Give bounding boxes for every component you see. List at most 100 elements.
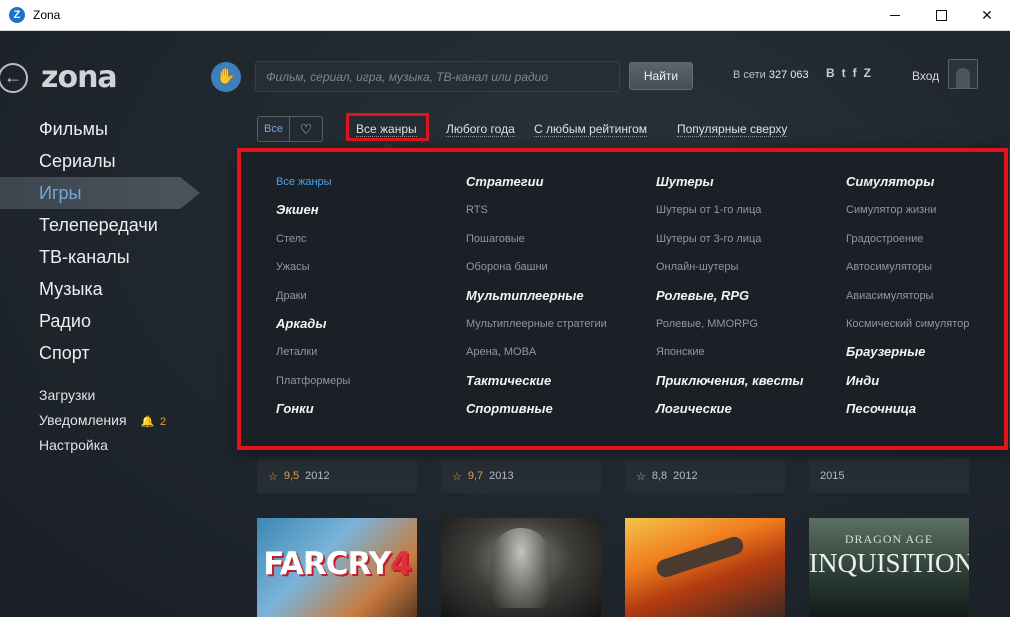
- genre-item[interactable]: Спортивные: [466, 395, 607, 423]
- minimize-icon[interactable]: [872, 0, 918, 31]
- card-year: 2013: [489, 470, 514, 482]
- genre-item[interactable]: Ужасы: [276, 253, 350, 281]
- game-cover-dragon-age[interactable]: DRAGON AGE INQUISITION: [809, 518, 969, 617]
- filter-year[interactable]: Любого года: [446, 122, 515, 137]
- genre-item[interactable]: Шутеры: [656, 168, 804, 196]
- twitter-icon[interactable]: t: [842, 66, 846, 80]
- game-cover-farcry4[interactable]: FARCRY4: [257, 518, 417, 617]
- genre-item[interactable]: Шутеры от 1-го лица: [656, 196, 804, 224]
- genre-column-1: Все жанры Экшен Стелс Ужасы Драки Аркады…: [276, 168, 350, 424]
- sidebar-item-music[interactable]: Музыка: [0, 273, 220, 305]
- facebook-icon[interactable]: f: [853, 66, 857, 80]
- card-year: 2012: [673, 470, 698, 482]
- login-link[interactable]: Вход: [912, 69, 939, 83]
- notifications-label: Уведомления: [39, 412, 127, 428]
- farcry-cover-title: FARCRY4: [257, 546, 417, 582]
- genre-item[interactable]: Драки: [276, 282, 350, 310]
- sidebar-secondary: Загрузки Уведомления 🔔 2 Настройка: [39, 383, 166, 458]
- back-arrow-icon[interactable]: ←: [0, 63, 28, 93]
- card-rating: 9,5: [283, 470, 300, 482]
- sidebar-item-games[interactable]: Игры: [0, 177, 200, 209]
- plane-shape: [654, 534, 746, 580]
- user-avatar-icon[interactable]: [948, 59, 978, 89]
- filter-rating[interactable]: С любым рейтингом: [534, 122, 647, 137]
- toggle-all[interactable]: Все: [258, 117, 290, 141]
- filter-sort[interactable]: Популярные сверху: [677, 122, 788, 137]
- online-counter: В сети 327 063: [733, 69, 809, 81]
- game-card-info[interactable]: ☆ 9,7 2013: [441, 459, 601, 493]
- rating-star-icon: ☆: [452, 470, 462, 483]
- game-cover-warplanes[interactable]: [625, 518, 785, 617]
- genre-item[interactable]: Космический симулятор: [846, 310, 969, 338]
- app-area: ← zona ✋ Найти В сети 327 063 B t f Z Вх…: [0, 31, 1010, 617]
- genre-item[interactable]: Пошаговые: [466, 225, 607, 253]
- search-input[interactable]: [255, 61, 620, 92]
- close-icon[interactable]: ✕: [964, 0, 1010, 31]
- genre-item[interactable]: Стелс: [276, 225, 350, 253]
- view-toggle: Все ♡: [257, 116, 323, 142]
- sidebar-item-sport[interactable]: Спорт: [0, 337, 220, 369]
- genre-item[interactable]: Оборона башни: [466, 253, 607, 281]
- genre-item[interactable]: RTS: [466, 196, 607, 224]
- game-cover-witcher[interactable]: [441, 518, 601, 617]
- dragon-age-logo-top: DRAGON AGE: [844, 532, 934, 546]
- online-label: В сети: [733, 69, 766, 81]
- window-controls: ✕: [872, 0, 1010, 31]
- genre-item[interactable]: Арена, MOBA: [466, 338, 607, 366]
- window-title: Zona: [33, 8, 61, 22]
- genre-item[interactable]: Приключения, квесты: [656, 367, 804, 395]
- genre-item[interactable]: Экшен: [276, 196, 350, 224]
- genre-item[interactable]: Аркады: [276, 310, 350, 338]
- game-card-info[interactable]: ☆ 8,8 2012: [625, 459, 785, 493]
- genre-item[interactable]: Тактические: [466, 367, 607, 395]
- notifications-badge: 2: [160, 416, 167, 428]
- genre-item[interactable]: Логические: [656, 395, 804, 423]
- genre-item[interactable]: Мультиплеерные стратегии: [466, 310, 607, 338]
- genre-item[interactable]: Платформеры: [276, 367, 350, 395]
- maximize-icon[interactable]: [918, 0, 964, 31]
- sidebar-item-series[interactable]: Сериалы: [0, 145, 220, 177]
- card-rating: 9,7: [467, 470, 484, 482]
- genre-item[interactable]: Ролевые, RPG: [656, 282, 804, 310]
- genre-item[interactable]: Онлайн-шутеры: [656, 253, 804, 281]
- genre-item[interactable]: Инди: [846, 367, 969, 395]
- genre-item[interactable]: Гонки: [276, 395, 350, 423]
- game-card-info[interactable]: ☆ 9,5 2012: [257, 459, 417, 493]
- genre-item[interactable]: Авиасимуляторы: [846, 282, 969, 310]
- farcry-title-number: 4: [390, 546, 412, 582]
- sidebar-item-tv-shows[interactable]: Телепередачи: [0, 209, 220, 241]
- genre-item[interactable]: Автосимуляторы: [846, 253, 969, 281]
- game-card-info[interactable]: 2015: [809, 459, 969, 493]
- zona-social-icon[interactable]: Z: [864, 66, 871, 80]
- genre-item[interactable]: Песочница: [846, 395, 969, 423]
- genre-item[interactable]: Стратегии: [466, 168, 607, 196]
- zona-logo[interactable]: zona: [41, 60, 118, 95]
- zona-app-icon: Z: [9, 7, 25, 23]
- sidebar-item-radio[interactable]: Радио: [0, 305, 220, 337]
- genre-item[interactable]: Симулятор жизни: [846, 196, 969, 224]
- genre-item[interactable]: Ролевые, MMORPG: [656, 310, 804, 338]
- genre-item-all[interactable]: Все жанры: [276, 168, 350, 196]
- social-links: B t f Z: [826, 66, 871, 80]
- genre-item[interactable]: Градостроение: [846, 225, 969, 253]
- genre-item[interactable]: Японские: [656, 338, 804, 366]
- sidebar-item-downloads[interactable]: Загрузки: [39, 383, 166, 408]
- genre-column-3: Шутеры Шутеры от 1-го лица Шутеры от 3-г…: [656, 168, 804, 424]
- rating-star-icon: ☆: [636, 470, 646, 483]
- search-button[interactable]: Найти: [629, 62, 693, 90]
- sidebar-item-settings[interactable]: Настройка: [39, 433, 166, 458]
- sidebar-item-notifications[interactable]: Уведомления 🔔 2: [39, 408, 166, 433]
- genre-item[interactable]: Шутеры от 3-го лица: [656, 225, 804, 253]
- hand-icon[interactable]: ✋: [211, 62, 241, 92]
- genre-item[interactable]: Симуляторы: [846, 168, 969, 196]
- dragon-age-logo-title: INQUISITION: [809, 548, 969, 578]
- genre-item[interactable]: Мультиплеерные: [466, 282, 607, 310]
- genre-item[interactable]: Леталки: [276, 338, 350, 366]
- genre-item[interactable]: Браузерные: [846, 338, 969, 366]
- farcry-title-text: FARCRY: [263, 546, 391, 582]
- sidebar-item-movies[interactable]: Фильмы: [0, 113, 220, 145]
- card-year: 2012: [305, 470, 330, 482]
- sidebar-item-tv-channels[interactable]: ТВ-каналы: [0, 241, 220, 273]
- vk-icon[interactable]: B: [826, 66, 835, 80]
- heart-icon[interactable]: ♡: [290, 117, 322, 141]
